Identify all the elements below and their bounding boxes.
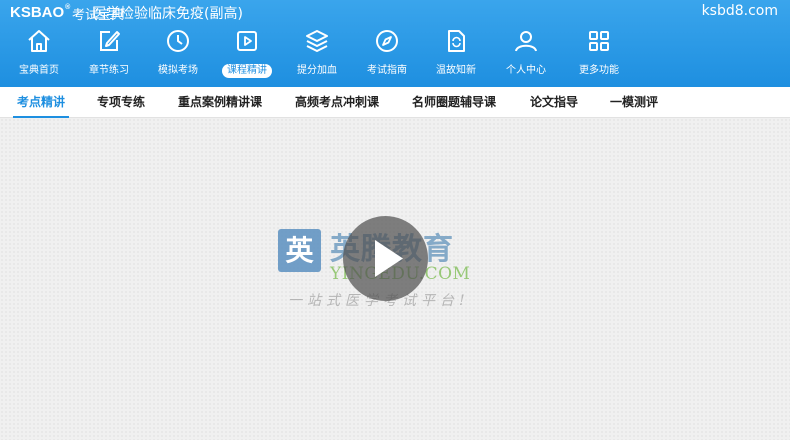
brand-bar: KSBAO® 考试宝典 医学检验临床免疫(副高) ksbd8.com xyxy=(0,0,790,24)
nav-label: 章节练习 xyxy=(89,65,129,76)
tab-special-practice[interactable]: 专项专练 xyxy=(97,87,145,118)
grid-icon xyxy=(586,28,612,54)
ksbao-logo: KSBAO® xyxy=(10,4,71,21)
compass-icon xyxy=(374,28,400,54)
site-url[interactable]: ksbd8.com xyxy=(702,3,778,19)
nav-item-chapter-practice[interactable]: 章节练习 xyxy=(74,26,144,84)
yingedu-logo: 英 xyxy=(277,228,322,273)
main-nav: 宝典首页 章节练习 模拟考场 课程精讲 提分加血 考试指南 温故知新 个人中心 … xyxy=(0,26,790,84)
svg-text:英: 英 xyxy=(285,234,314,267)
nav-item-mock-exam[interactable]: 模拟考场 xyxy=(143,26,213,84)
nav-item-profile[interactable]: 个人中心 xyxy=(491,26,561,84)
edit-icon xyxy=(96,28,122,54)
sub-tabs: 考点精讲 专项专练 重点案例精讲课 高频考点冲刺课 名师圈题辅导课 论文指导 一… xyxy=(0,87,790,118)
tab-key-cases[interactable]: 重点案例精讲课 xyxy=(178,87,262,118)
exam-title: 医学检验临床免疫(副高) xyxy=(92,6,243,22)
play-circle-icon xyxy=(375,240,403,277)
nav-item-boost[interactable]: 提分加血 xyxy=(282,26,352,84)
video-player[interactable]: 英 英腾教育 YINGEDU.COM 一站式医学考试平台! xyxy=(0,118,790,440)
clock-icon xyxy=(165,28,191,54)
nav-label: 更多功能 xyxy=(579,65,619,76)
nav-item-exam-guide[interactable]: 考试指南 xyxy=(352,26,422,84)
nav-label: 个人中心 xyxy=(506,65,546,76)
tab-thesis[interactable]: 论文指导 xyxy=(530,87,578,118)
nav-label: 模拟考场 xyxy=(158,65,198,76)
tab-key-points[interactable]: 考点精讲 xyxy=(12,87,70,118)
nav-label: 考试指南 xyxy=(367,65,407,76)
refresh-doc-icon xyxy=(443,28,469,54)
user-icon xyxy=(513,28,539,54)
nav-item-course-lectures[interactable]: 课程精讲 xyxy=(212,26,282,84)
nav-label: 温故知新 xyxy=(436,65,476,76)
tab-tutor[interactable]: 名师圈题辅导课 xyxy=(412,87,496,118)
nav-label: 课程精讲 xyxy=(222,64,272,78)
nav-label: 提分加血 xyxy=(297,65,337,76)
app-header: KSBAO® 考试宝典 医学检验临床免疫(副高) ksbd8.com 宝典首页 … xyxy=(0,0,790,87)
nav-label: 宝典首页 xyxy=(19,65,59,76)
play-icon xyxy=(234,28,260,54)
tab-mock-test[interactable]: 一模测评 xyxy=(610,87,658,118)
nav-item-home[interactable]: 宝典首页 xyxy=(4,26,74,84)
nav-item-review[interactable]: 温故知新 xyxy=(421,26,491,84)
tab-sprint[interactable]: 高频考点冲刺课 xyxy=(295,87,379,118)
layers-icon xyxy=(304,28,330,54)
nav-item-more[interactable]: 更多功能 xyxy=(564,26,634,84)
play-button[interactable] xyxy=(343,216,428,301)
home-icon xyxy=(26,28,52,54)
